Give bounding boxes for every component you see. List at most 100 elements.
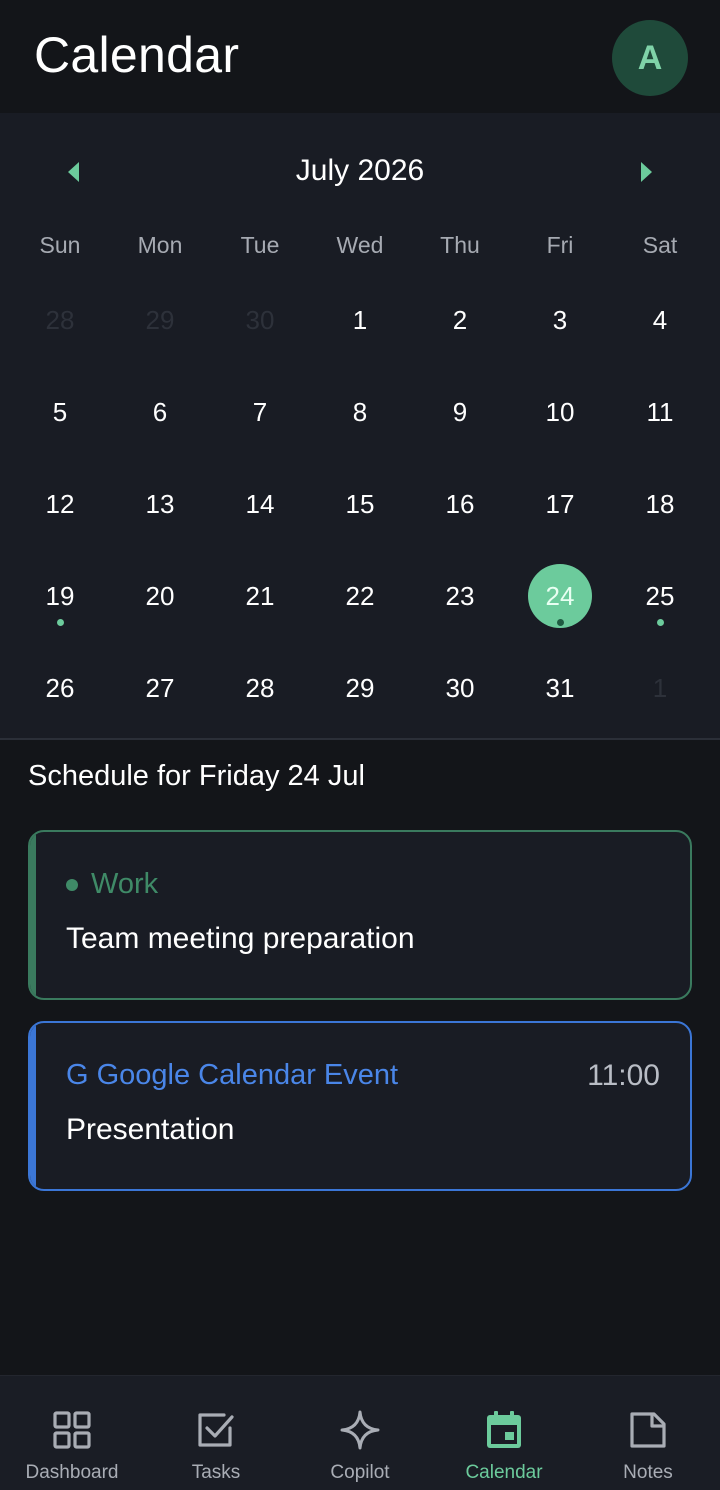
day-cell[interactable]: 31 xyxy=(510,640,610,732)
day-cell[interactable]: 3 xyxy=(510,272,610,364)
weekday-label: Thu xyxy=(440,232,480,258)
day-cell[interactable]: 29 xyxy=(310,640,410,732)
day-cell[interactable]: 19 xyxy=(10,548,110,640)
day-cell[interactable]: 12 xyxy=(10,456,110,548)
day-cell[interactable]: 11 xyxy=(610,364,710,456)
day-number: 22 xyxy=(345,581,375,611)
day-number: 11 xyxy=(646,397,674,427)
day-number: 30 xyxy=(445,673,475,703)
note-icon xyxy=(628,1410,668,1450)
weekday-label: Mon xyxy=(137,232,183,258)
day-cell[interactable]: 1 xyxy=(310,272,410,364)
week-row: 19 20 21 22 23 24 25 xyxy=(10,548,710,640)
event-indicator-dot xyxy=(57,619,64,626)
day-cell[interactable]: 13 xyxy=(110,456,210,548)
day-number: 10 xyxy=(545,397,575,427)
nav-label: Dashboard xyxy=(25,1462,119,1483)
day-cell[interactable]: 21 xyxy=(210,548,310,640)
nav-tasks[interactable]: Tasks xyxy=(144,1376,288,1490)
day-number: 13 xyxy=(145,489,175,519)
weekday-label: Tue xyxy=(240,232,280,258)
day-cell[interactable]: 9 xyxy=(410,364,510,456)
day-cell[interactable]: 20 xyxy=(110,548,210,640)
day-cell[interactable]: 28 xyxy=(10,272,110,364)
week-row: 26 27 28 29 30 31 1 xyxy=(10,640,710,732)
day-number: 14 xyxy=(245,489,275,519)
chevron-right-icon xyxy=(641,162,652,182)
day-cell[interactable]: 16 xyxy=(410,456,510,548)
event-card-work[interactable]: Work Team meeting preparation xyxy=(28,830,692,1000)
day-number: 21 xyxy=(245,581,275,611)
day-cell[interactable]: 14 xyxy=(210,456,310,548)
day-cell[interactable]: 25 xyxy=(610,548,710,640)
nav-calendar[interactable]: Calendar xyxy=(432,1376,576,1490)
calendar-icon xyxy=(484,1410,524,1450)
day-cell[interactable]: 26 xyxy=(10,640,110,732)
weekday-label: Wed xyxy=(336,232,384,258)
event-accent-bar xyxy=(30,832,36,998)
day-cell[interactable]: 5 xyxy=(10,364,110,456)
week-row: 28 29 30 1 2 3 4 xyxy=(10,272,710,364)
day-cell[interactable]: 15 xyxy=(310,456,410,548)
nav-label: Copilot xyxy=(330,1462,390,1483)
nav-copilot[interactable]: Copilot xyxy=(288,1376,432,1490)
day-cell[interactable]: 28 xyxy=(210,640,310,732)
day-number: 6 xyxy=(152,397,168,427)
day-cell[interactable]: 8 xyxy=(310,364,410,456)
nav-label: Tasks xyxy=(191,1462,241,1483)
day-cell[interactable]: 1 xyxy=(610,640,710,732)
day-cell[interactable]: 6 xyxy=(110,364,210,456)
event-time: 11:00 xyxy=(587,1059,660,1092)
day-cell[interactable]: 27 xyxy=(110,640,210,732)
divider xyxy=(0,738,720,740)
day-cell[interactable]: 18 xyxy=(610,456,710,548)
next-month-button[interactable] xyxy=(634,160,658,184)
day-number: 28 xyxy=(45,305,75,335)
day-cell[interactable]: 7 xyxy=(210,364,310,456)
nav-dashboard[interactable]: Dashboard xyxy=(0,1376,144,1490)
day-number: 24 xyxy=(545,581,575,611)
day-cell[interactable]: 10 xyxy=(510,364,610,456)
category-dot-icon xyxy=(66,878,78,891)
checkbox-icon xyxy=(196,1410,236,1450)
day-number: 25 xyxy=(645,581,675,611)
event-indicator-dot xyxy=(657,619,664,626)
day-number: 1 xyxy=(652,673,668,703)
day-number: 19 xyxy=(45,581,75,611)
avatar[interactable]: A xyxy=(612,20,688,96)
nav-label: Notes xyxy=(623,1462,673,1483)
day-number: 18 xyxy=(645,489,675,519)
day-number: 15 xyxy=(345,489,375,519)
day-number: 16 xyxy=(445,489,475,519)
event-title: Team meeting preparation xyxy=(66,922,415,955)
month-label: July 2026 xyxy=(295,154,425,187)
page-title: Calendar xyxy=(34,27,240,83)
day-number: 7 xyxy=(252,397,268,427)
day-number: 31 xyxy=(545,673,575,703)
nav-notes[interactable]: Notes xyxy=(576,1376,720,1490)
day-number: 9 xyxy=(452,397,468,427)
day-number: 23 xyxy=(445,581,475,611)
day-cell[interactable]: 29 xyxy=(110,272,210,364)
day-cell[interactable]: 4 xyxy=(610,272,710,364)
day-number: 17 xyxy=(545,489,575,519)
day-number: 5 xyxy=(52,397,68,427)
day-number: 27 xyxy=(145,673,175,703)
day-cell[interactable]: 2 xyxy=(410,272,510,364)
day-cell[interactable]: 30 xyxy=(410,640,510,732)
event-indicator-dot xyxy=(557,619,564,626)
day-cell[interactable]: 30 xyxy=(210,272,310,364)
day-number: 28 xyxy=(245,673,275,703)
day-number: 29 xyxy=(145,305,175,335)
weekday-label: Sat xyxy=(642,232,678,258)
day-cell[interactable]: 22 xyxy=(310,548,410,640)
day-cell-selected[interactable]: 24 xyxy=(510,548,610,640)
event-card-google[interactable]: G Google Calendar Event 11:00 Presentati… xyxy=(28,1021,692,1191)
day-number: 20 xyxy=(145,581,175,611)
day-cell[interactable]: 17 xyxy=(510,456,610,548)
event-category: Work xyxy=(66,868,158,901)
day-cell[interactable]: 23 xyxy=(410,548,510,640)
bottom-navigation: Dashboard Tasks Copilot Calendar Notes xyxy=(0,1375,720,1490)
nav-label: Calendar xyxy=(465,1462,543,1483)
month-navigation: July 2026 xyxy=(0,140,720,202)
